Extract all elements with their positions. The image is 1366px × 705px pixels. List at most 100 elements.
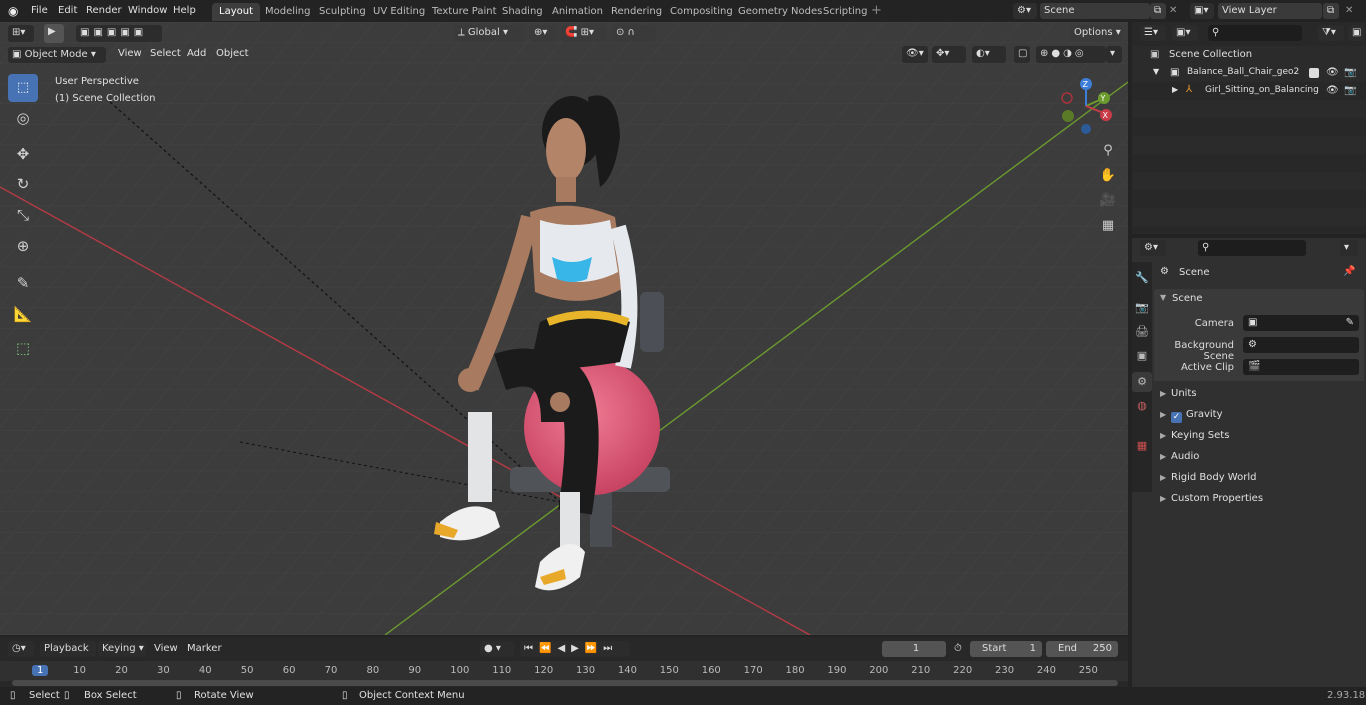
scene-tab-icon[interactable]: ⚙ (1132, 372, 1152, 392)
section-keying-sets[interactable]: ▶ Keying Sets (1160, 427, 1229, 445)
menu-object[interactable]: Object (216, 48, 249, 59)
menu-window[interactable]: Window (128, 3, 167, 19)
timeline-scrollbar[interactable] (12, 680, 1118, 686)
camera-render-icon[interactable]: 📷 (1344, 85, 1356, 96)
playback-controls[interactable]: ⏮⏪◀▶⏩⏭ (520, 641, 630, 657)
end-frame-field[interactable]: End 250 (1046, 641, 1118, 657)
filter-icon[interactable]: ⧩▾ (1318, 25, 1344, 41)
close-scene-icon[interactable]: ✕ (1169, 3, 1177, 19)
visibility-icon[interactable]: 👁▾ (902, 46, 928, 63)
camera-render-icon[interactable]: 📷 (1344, 67, 1356, 78)
playback-menu[interactable]: Playback ▾ (40, 641, 96, 670)
menu-help[interactable]: Help (173, 3, 196, 19)
timeline-editor-type-icon[interactable]: ◷▾ (8, 641, 34, 657)
section-audio[interactable]: ▶ Audio (1160, 448, 1199, 466)
move-tool-icon[interactable]: ✥ (8, 140, 38, 168)
record-icon[interactable]: ● ▾ (480, 641, 514, 657)
transform-tool-icon[interactable]: ⊕ (8, 232, 38, 260)
view-layer-field[interactable]: View Layer (1218, 3, 1322, 19)
outliner-search-input[interactable]: ⚲ (1208, 25, 1302, 41)
scene-selector-icon[interactable]: ⚙▾ (1013, 3, 1037, 19)
tab-scripting[interactable]: Scripting (816, 3, 874, 21)
editor-type-icon[interactable]: ⊞▾ (8, 25, 34, 42)
menu-add[interactable]: Add (187, 48, 206, 59)
view-layer-icon[interactable]: ▣▾ (1190, 3, 1214, 19)
tab-texture-paint[interactable]: Texture Paint (425, 3, 504, 21)
xray-icon[interactable]: ▢ (1014, 46, 1030, 63)
close-view-layer-icon[interactable]: ✕ (1345, 3, 1353, 19)
tool-tab-icon[interactable]: 🔧 (1132, 268, 1152, 288)
section-gravity[interactable]: ▶ ✓ Gravity (1160, 406, 1223, 424)
view-layer-tab-icon[interactable]: ▣ (1132, 346, 1152, 366)
texture-tab-icon[interactable]: ▦ (1132, 436, 1152, 456)
add-cube-tool-icon[interactable]: ⬚ (8, 334, 38, 362)
copy-scene-icon[interactable]: ⧉ (1150, 3, 1166, 19)
shading-options-icon[interactable]: ▾ (1106, 46, 1122, 63)
blender-logo-icon[interactable]: ◉ (8, 3, 22, 19)
menu-file[interactable]: File (31, 3, 48, 19)
world-tab-icon[interactable]: ◍ (1132, 396, 1152, 416)
tab-compositing[interactable]: Compositing (663, 3, 740, 21)
3d-viewport[interactable] (0, 22, 1128, 635)
expand-chevron-icon[interactable]: ▶ (1172, 85, 1178, 94)
pivot-point-icon[interactable]: ⊕▾ (530, 25, 556, 42)
tab-rendering[interactable]: Rendering (604, 3, 669, 21)
scene-name-field[interactable]: Scene (1040, 3, 1150, 19)
copy-view-layer-icon[interactable]: ⧉ (1323, 3, 1339, 19)
overlays-icon[interactable]: ◐▾ (972, 46, 1006, 63)
select-box-tool-icon[interactable]: ⬚ (8, 74, 38, 102)
menu-render[interactable]: Render (86, 3, 122, 19)
measure-tool-icon[interactable]: 📐 (8, 300, 38, 328)
outliner-row-girl[interactable]: ▶ ⅄ Girl_Sitting_on_Balancing 👁 📷 (1132, 82, 1366, 100)
selection-mode-icons[interactable]: ▣▣▣▣▣ (76, 25, 162, 42)
display-mode-icon[interactable]: ▣▾ (1172, 25, 1198, 41)
current-frame-field[interactable]: 1 (882, 641, 946, 657)
transform-orientation-dropdown[interactable]: ⟂ Global ▾ (454, 25, 524, 42)
camera-field[interactable]: ▣ ✎ (1243, 315, 1359, 331)
camera-view-icon[interactable]: 🎥 (1096, 190, 1120, 212)
navigation-gizmo[interactable]: Z Y X (1056, 76, 1122, 136)
options-dropdown[interactable]: Options ▾ (1070, 25, 1122, 42)
properties-editor-type-icon[interactable]: ⚙▾ (1140, 240, 1166, 256)
menu-view[interactable]: View (118, 48, 142, 59)
tab-geometry-nodes[interactable]: Geometry Nodes (731, 3, 829, 21)
include-checkbox[interactable] (1309, 68, 1319, 78)
eye-icon[interactable]: 👁 (1326, 85, 1339, 96)
cursor-tool-icon[interactable]: ◎ (8, 104, 38, 132)
timeline-view-menu[interactable]: View (154, 643, 178, 654)
select-tool-icon[interactable]: ▶ (44, 24, 64, 43)
rotate-tool-icon[interactable]: ↻ (8, 170, 38, 198)
add-workspace-icon[interactable]: + (871, 3, 882, 19)
new-collection-icon[interactable]: ▣ (1348, 25, 1364, 41)
shading-mode-icons[interactable]: ⊕●◑◎ (1036, 46, 1106, 63)
scale-tool-icon[interactable]: ⤡ (8, 201, 38, 229)
tab-uv-editing[interactable]: UV Editing (366, 3, 432, 21)
scene-panel-header[interactable]: ▼ Scene (1154, 289, 1364, 309)
render-tab-icon[interactable]: 📷 (1132, 298, 1152, 318)
eye-icon[interactable]: 👁 (1326, 67, 1339, 78)
outliner-row-balance-chair[interactable]: ▼ ▣ Balance_Ball_Chair_geo2 👁 📷 (1132, 64, 1366, 82)
section-units[interactable]: ▶ Units (1160, 385, 1197, 403)
zoom-icon[interactable]: ⚲ (1096, 140, 1120, 162)
current-frame-marker[interactable]: 1 (32, 665, 49, 676)
menu-edit[interactable]: Edit (58, 3, 77, 19)
section-custom-properties[interactable]: ▶ Custom Properties (1160, 490, 1263, 508)
frame-ruler[interactable]: 1 10 20 30 40 50 60 70 80 90 100 110 120 130 140 150 160… (0, 661, 1128, 681)
proportional-edit-icon[interactable]: ⊙ ∩ (612, 25, 656, 42)
section-rigid-body-world[interactable]: ▶ Rigid Body World (1160, 469, 1256, 487)
annotate-tool-icon[interactable]: ✎ (8, 269, 38, 297)
object-mode-dropdown[interactable]: ▣ Object Mode ▾ (8, 47, 106, 63)
gravity-checkbox[interactable]: ✓ (1171, 412, 1182, 423)
keying-menu[interactable]: Keying ▾ (98, 641, 146, 657)
tab-modeling[interactable]: Modeling (258, 3, 318, 21)
ortho-grid-icon[interactable]: ▦ (1096, 215, 1120, 237)
background-scene-field[interactable]: ⚙ (1243, 337, 1359, 353)
eyedropper-icon[interactable]: ✎ (1346, 317, 1354, 328)
output-tab-icon[interactable]: 🖨 (1132, 322, 1152, 342)
properties-options-icon[interactable]: ▾ (1340, 240, 1358, 256)
tab-animation[interactable]: Animation (545, 3, 610, 21)
pin-icon[interactable]: 📌 (1343, 266, 1355, 277)
tab-sculpting[interactable]: Sculpting (312, 3, 373, 21)
outliner-editor-type-icon[interactable]: ☰▾ (1140, 25, 1166, 41)
active-clip-field[interactable]: 🎬 (1243, 359, 1359, 375)
